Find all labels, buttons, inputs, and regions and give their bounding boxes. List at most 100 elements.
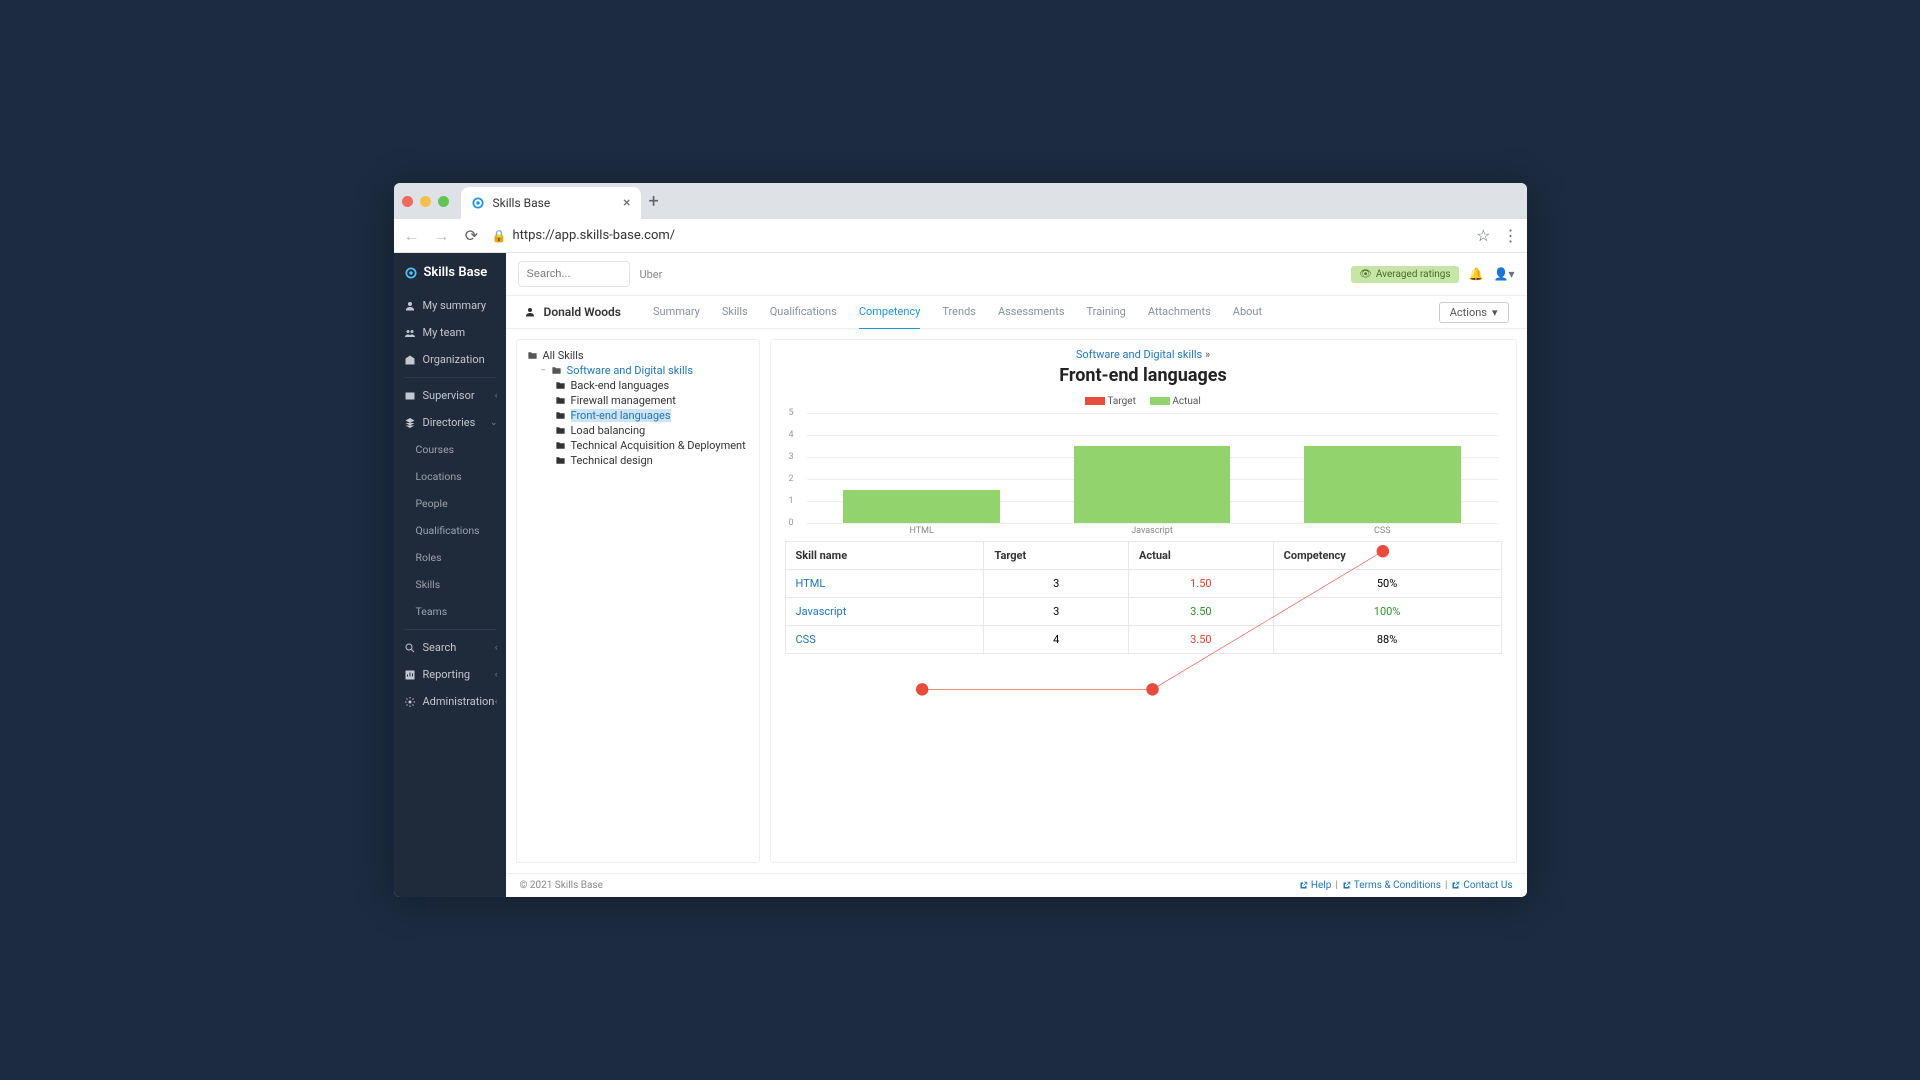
chevron-down-icon: ▾ bbox=[1492, 306, 1498, 319]
breadcrumb-parent[interactable]: Software and Digital skills bbox=[1076, 348, 1202, 361]
sidebar-section-directories[interactable]: Directories ⌄ bbox=[394, 409, 506, 436]
new-tab-button[interactable]: + bbox=[649, 191, 659, 212]
page-tabs: Summary Skills Qualifications Competency Tre… bbox=[653, 295, 1262, 330]
page-header: Donald Woods Summary Skills Qualifications… bbox=[506, 295, 1527, 329]
sidebar-item-my-summary[interactable]: My summary bbox=[394, 292, 506, 319]
page-title: Front-end languages bbox=[785, 365, 1502, 386]
browser-menu-icon[interactable]: ⋮ bbox=[1503, 226, 1519, 245]
tab-attachments[interactable]: Attachments bbox=[1148, 295, 1211, 330]
user-icon bbox=[524, 306, 536, 318]
tree-item-load-balancing[interactable]: Load balancing bbox=[527, 423, 749, 438]
folder-icon bbox=[555, 380, 566, 391]
tree-item-technical-acquisition-deployment[interactable]: Technical Acquisition & Deployment bbox=[527, 438, 749, 453]
user-icon bbox=[404, 300, 416, 312]
sidebar-item-skills[interactable]: Skills bbox=[394, 571, 506, 598]
tab-title: Skills Base bbox=[493, 196, 551, 210]
bookmark-star-icon[interactable]: ☆ bbox=[1476, 226, 1490, 245]
url-display[interactable]: 🔒 https://app.skills-base.com/ bbox=[492, 228, 1467, 243]
team-icon bbox=[404, 327, 416, 339]
admin-icon bbox=[404, 696, 416, 708]
search-icon bbox=[404, 642, 416, 654]
sidebar-item-roles[interactable]: Roles bbox=[394, 544, 506, 571]
minimize-window-dot[interactable] bbox=[420, 196, 431, 207]
search-input[interactable] bbox=[518, 261, 630, 287]
sidebar-item-teams[interactable]: Teams bbox=[394, 598, 506, 625]
tab-favicon bbox=[471, 196, 485, 210]
tree-item-technical-design[interactable]: Technical design bbox=[527, 453, 749, 468]
tab-qualifications[interactable]: Qualifications bbox=[770, 295, 837, 330]
actions-button[interactable]: Actions ▾ bbox=[1439, 302, 1509, 323]
chevron-icon: ‹ bbox=[495, 670, 498, 680]
tab-skills[interactable]: Skills bbox=[722, 295, 748, 330]
org-icon bbox=[404, 354, 416, 366]
panel-icon bbox=[404, 390, 416, 402]
search-context: Uber bbox=[640, 268, 663, 281]
window-controls bbox=[402, 196, 449, 207]
copyright: © 2021 Skills Base bbox=[520, 880, 603, 891]
user-name: Donald Woods bbox=[524, 305, 621, 319]
target-point bbox=[1146, 683, 1158, 695]
breadcrumb: Software and Digital skills » bbox=[785, 348, 1502, 361]
url-text: https://app.skills-base.com/ bbox=[512, 228, 675, 243]
target-line bbox=[922, 551, 1383, 689]
folder-icon bbox=[555, 455, 566, 466]
sidebar-item-my-team[interactable]: My team bbox=[394, 319, 506, 346]
dir-icon bbox=[404, 417, 416, 429]
folder-icon bbox=[551, 365, 562, 376]
close-window-dot[interactable] bbox=[402, 196, 413, 207]
reload-button[interactable]: ⟳ bbox=[462, 226, 482, 245]
chart-legend: Target Actual bbox=[785, 396, 1502, 407]
collapse-icon: − bbox=[541, 366, 546, 376]
user-menu[interactable]: 👤▾ bbox=[1494, 267, 1515, 281]
folder-icon bbox=[555, 395, 566, 406]
tab-close-icon[interactable]: × bbox=[623, 195, 630, 211]
tab-summary[interactable]: Summary bbox=[653, 295, 700, 330]
sidebar-section-administration[interactable]: Administration ‹ bbox=[394, 688, 506, 715]
tab-competency[interactable]: Competency bbox=[859, 295, 921, 330]
tree-root[interactable]: All Skills bbox=[527, 348, 749, 363]
target-point bbox=[915, 683, 927, 695]
lock-icon: 🔒 bbox=[492, 229, 507, 243]
tree-group[interactable]: − Software and Digital skills bbox=[527, 363, 749, 378]
chevron-icon: ‹ bbox=[495, 643, 498, 653]
sidebar-item-locations[interactable]: Locations bbox=[394, 463, 506, 490]
sidebar-item-people[interactable]: People bbox=[394, 490, 506, 517]
tab-assessments[interactable]: Assessments bbox=[998, 295, 1065, 330]
top-toolbar: Uber 👁 Averaged ratings 🔔 👤▾ bbox=[506, 253, 1527, 295]
tab-trends[interactable]: Trends bbox=[942, 295, 976, 330]
skills-tree-panel: All Skills − Software and Digital skills… bbox=[516, 339, 760, 863]
competency-chart: 012345 HTML Javascript CSS bbox=[807, 413, 1498, 523]
folder-icon bbox=[555, 410, 566, 421]
browser-tab[interactable]: Skills Base × bbox=[461, 187, 641, 219]
sidebar-item-courses[interactable]: Courses bbox=[394, 436, 506, 463]
chevron-icon: ‹ bbox=[495, 697, 498, 707]
tab-about[interactable]: About bbox=[1233, 295, 1262, 330]
target-point bbox=[1376, 545, 1388, 557]
back-button[interactable]: ← bbox=[402, 226, 422, 246]
maximize-window-dot[interactable] bbox=[438, 196, 449, 207]
folder-icon bbox=[527, 350, 538, 361]
chevron-icon: ⌄ bbox=[490, 418, 498, 428]
competency-panel: Software and Digital skills » Front-end … bbox=[770, 339, 1517, 863]
sidebar-section-supervisor[interactable]: Supervisor ‹ bbox=[394, 382, 506, 409]
sidebar-section-search[interactable]: Search ‹ bbox=[394, 634, 506, 661]
tree-item-firewall-management[interactable]: Firewall management bbox=[527, 393, 749, 408]
legend-target-swatch bbox=[1085, 397, 1105, 405]
forward-button[interactable]: → bbox=[432, 226, 452, 246]
sidebar-item-qualifications[interactable]: Qualifications bbox=[394, 517, 506, 544]
eye-icon: 👁 bbox=[1359, 269, 1372, 280]
chevron-icon: ‹ bbox=[495, 391, 498, 401]
sidebar-section-reporting[interactable]: Reporting ‹ bbox=[394, 661, 506, 688]
app-sidebar: Skills Base My summary My team Organizat… bbox=[394, 253, 506, 897]
tree-item-back-end-languages[interactable]: Back-end languages bbox=[527, 378, 749, 393]
address-bar: ← → ⟳ 🔒 https://app.skills-base.com/ ☆ ⋮ bbox=[394, 219, 1527, 253]
app-logo[interactable]: Skills Base bbox=[394, 253, 506, 292]
browser-tabstrip: Skills Base × + bbox=[394, 183, 1527, 219]
averaged-ratings-badge[interactable]: 👁 Averaged ratings bbox=[1351, 266, 1458, 283]
folder-icon bbox=[555, 425, 566, 436]
tree-item-front-end-languages[interactable]: Front-end languages bbox=[527, 408, 749, 423]
tab-training[interactable]: Training bbox=[1087, 295, 1126, 330]
legend-actual-swatch bbox=[1150, 397, 1170, 405]
notifications-icon[interactable]: 🔔 bbox=[1469, 267, 1484, 281]
sidebar-item-organization[interactable]: Organization bbox=[394, 346, 506, 373]
